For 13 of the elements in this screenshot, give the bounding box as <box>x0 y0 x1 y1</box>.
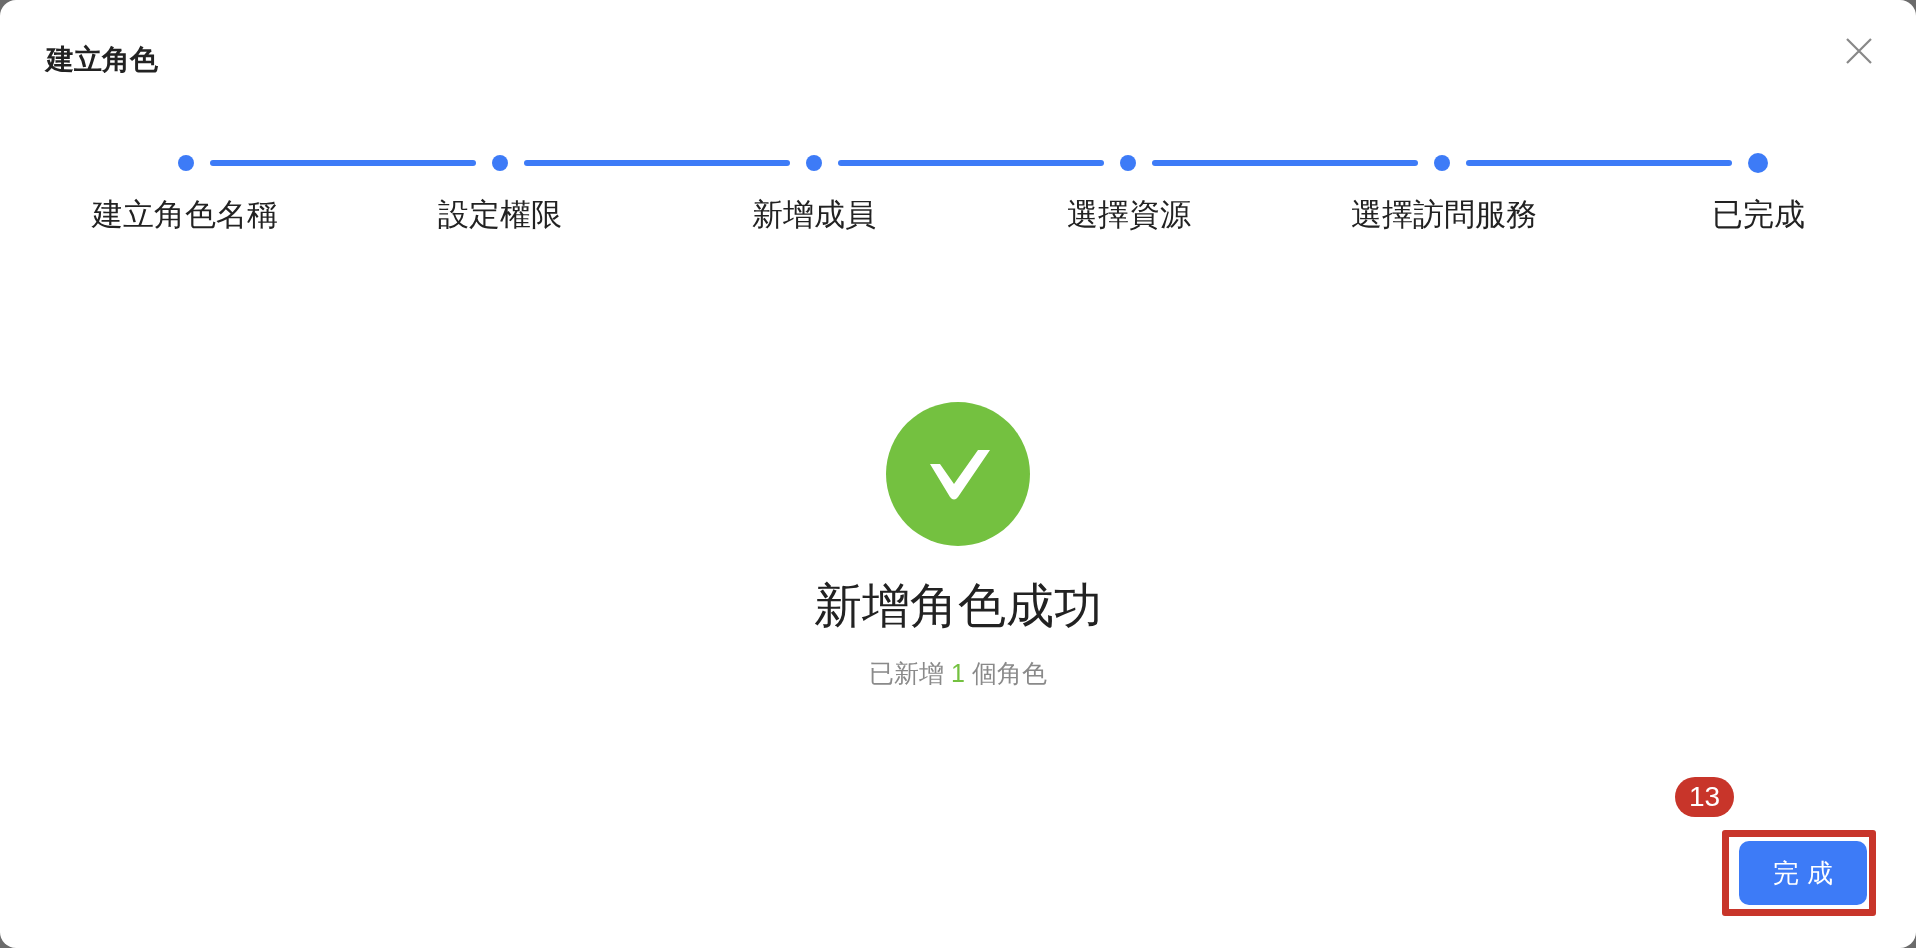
success-heading: 新增角色成功 <box>814 578 1102 634</box>
dialog-title: 建立角色 <box>46 43 158 77</box>
step-label: 選擇訪問服務 <box>1350 196 1537 234</box>
step-label: 建立角色名稱 <box>92 196 279 234</box>
success-check-icon <box>886 402 1030 546</box>
step-label: 設定權限 <box>437 196 562 234</box>
step-label: 已完成 <box>1711 196 1805 234</box>
annotation-badge: 13 <box>1675 777 1735 817</box>
close-icon[interactable] <box>1846 38 1872 64</box>
success-summary: 已新增 1 個角色 <box>869 658 1047 689</box>
finish-button[interactable]: 完 成 <box>1739 841 1867 905</box>
step-label: 選擇資源 <box>1067 196 1192 234</box>
step-label: 新增成員 <box>752 196 877 234</box>
